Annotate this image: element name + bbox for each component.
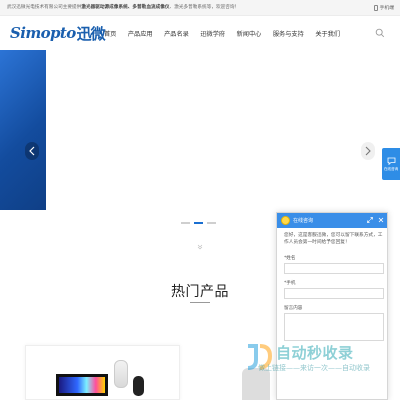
site-logo[interactable]: Simopto 迅微 (10, 23, 106, 43)
expand-icon[interactable] (366, 216, 374, 224)
name-field[interactable] (284, 263, 384, 274)
banner-pagination (181, 222, 216, 224)
banner-next-button[interactable] (361, 142, 375, 160)
nav-news[interactable]: 新闻中心 (237, 29, 262, 38)
notice-text-suffix: 、激光多普勒系统等，欢迎咨询！ (169, 5, 240, 10)
chevron-left-icon (29, 146, 35, 156)
nav-product-catalog[interactable]: 产品名录 (164, 29, 189, 38)
scroll-down-icon (197, 244, 203, 250)
banner-blue-panel (0, 50, 46, 210)
nav-product-applications[interactable]: 产品应用 (128, 29, 153, 38)
chat-avatar-icon (281, 216, 290, 225)
banner-prev-button[interactable] (25, 142, 39, 160)
banner-dot-active[interactable] (194, 222, 203, 224)
chat-bubble-icon (387, 157, 395, 165)
nav-service-support[interactable]: 服务与支持 (273, 29, 304, 38)
site-header: Simopto 迅微 首页 产品应用 产品名录 迅微学府 新闻中心 服务与支持 … (0, 16, 400, 50)
product-image-device-dark (133, 376, 144, 396)
top-notice-bar: 武汉迅微光电技术有限公司主要提供激光器驱动源成像系统、多普勒血流成像仪、激光多普… (0, 0, 400, 16)
product-image-device (114, 360, 128, 388)
product-card[interactable] (25, 345, 180, 400)
nav-home[interactable]: 首页 (104, 29, 116, 38)
phone-label: *手机 (284, 281, 296, 286)
search-icon[interactable] (375, 28, 385, 38)
nav-about-us[interactable]: 关于我们 (315, 29, 340, 38)
banner-dot[interactable] (207, 222, 216, 224)
phone-field[interactable] (284, 288, 384, 299)
notice-text-prefix: 武汉迅微光电技术有限公司主要提供 (7, 5, 82, 10)
message-field[interactable] (284, 313, 384, 341)
chat-window: 在线咨询 您好，这是客服迅微，您可以留下联系方式，工作人员会第一时间给予您回复！… (276, 212, 388, 400)
product-card[interactable] (220, 345, 280, 400)
online-consult-float-button[interactable]: 在线咨询 (382, 148, 400, 180)
banner-dot[interactable] (181, 222, 190, 224)
mobile-site-label: 手机端 (379, 6, 394, 11)
logo-wordmark: Simopto (10, 24, 76, 42)
welcome-notice: 武汉迅微光电技术有限公司主要提供激光器驱动源成像系统、多普勒血流成像仪、激光多普… (7, 4, 239, 10)
title-divider (190, 302, 210, 303)
name-label: *姓名 (284, 256, 296, 261)
notice-text-highlight: 激光器驱动源成像系统、多普勒血流成像仪 (81, 5, 170, 10)
product-image-monitor (56, 374, 108, 396)
chat-header: 在线咨询 (277, 213, 387, 228)
logo-chinese: 迅微 (76, 24, 106, 43)
message-label: 留言内容 (284, 306, 303, 311)
phone-icon (373, 4, 378, 11)
main-nav: 首页 产品应用 产品名录 迅微学府 新闻中心 服务与支持 关于我们 (104, 16, 352, 50)
online-consult-label: 在线咨询 (383, 166, 399, 171)
chevron-right-icon (365, 146, 371, 156)
chat-title: 在线咨询 (293, 218, 314, 224)
chat-greeting: 您好，这是客服迅微，您可以留下联系方式，工作人员会第一时间给予您回复！ (284, 233, 383, 246)
hero-banner (0, 50, 400, 210)
close-icon[interactable] (377, 216, 385, 224)
mobile-site-link[interactable]: 手机端 (373, 3, 394, 12)
nav-academy[interactable]: 迅微学府 (200, 29, 225, 38)
